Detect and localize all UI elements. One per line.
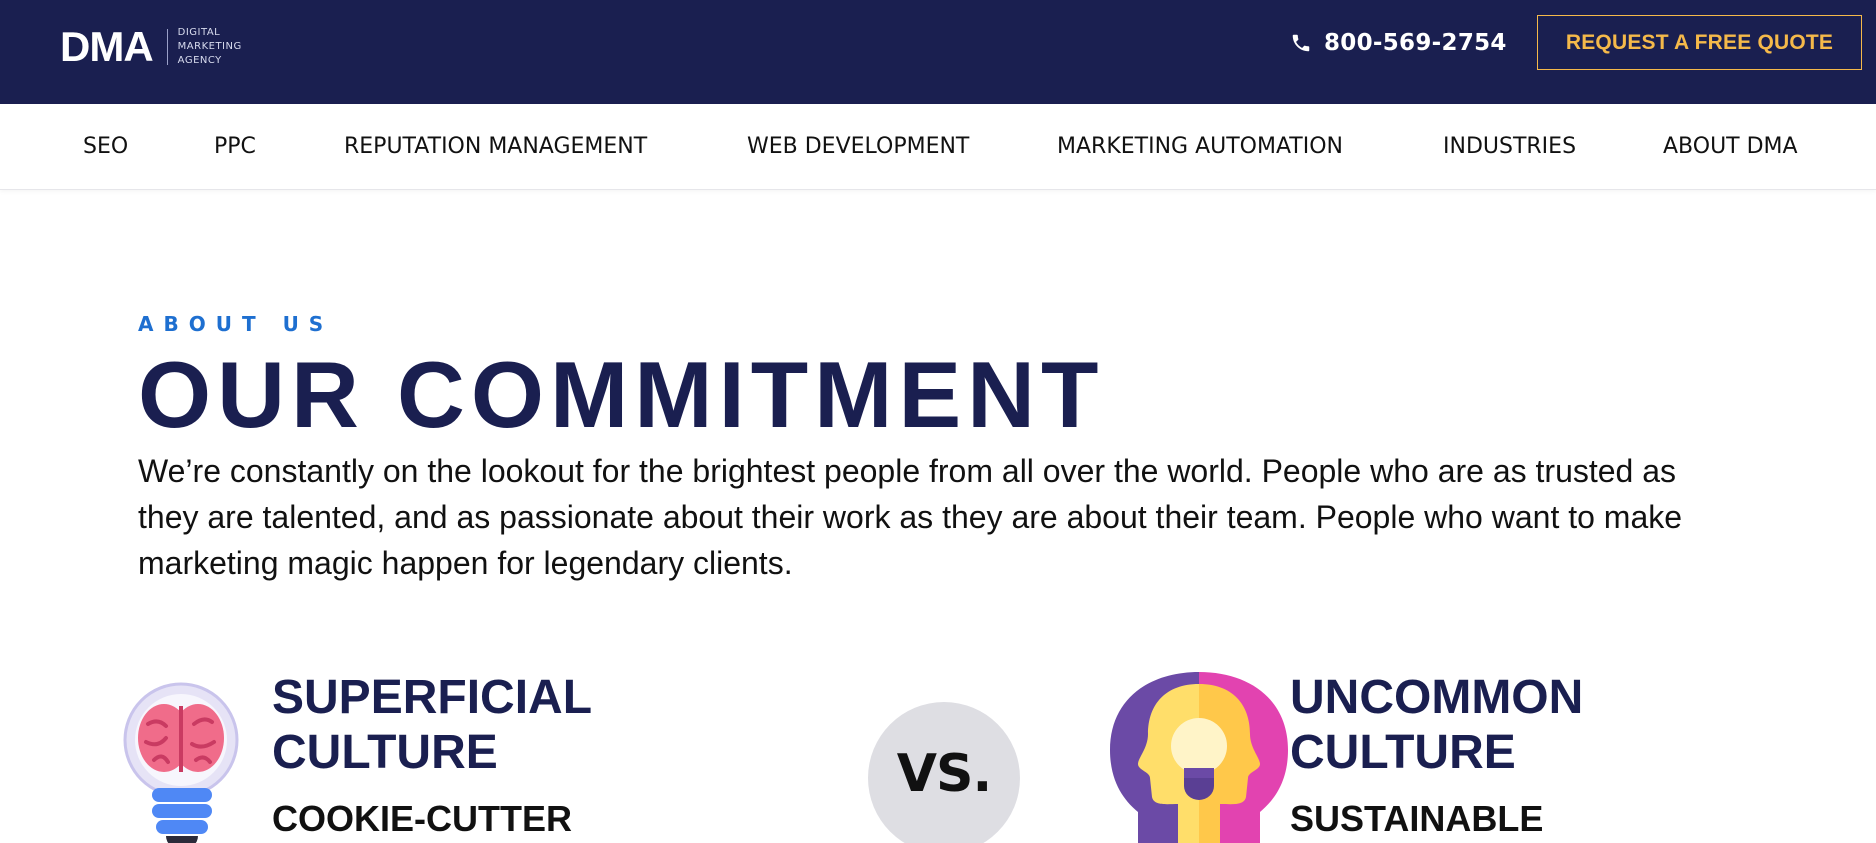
nav-item-marketing-automation[interactable]: MARKETING AUTOMATION bbox=[1057, 134, 1343, 159]
nav-item-seo[interactable]: SEO bbox=[83, 134, 128, 159]
nav-item-industries[interactable]: INDUSTRIES bbox=[1443, 134, 1576, 159]
intro-paragraph: We’re constantly on the lookout for the … bbox=[138, 453, 1683, 581]
vs-badge: VS. bbox=[868, 702, 1020, 843]
head-lightbulb-icon bbox=[1110, 672, 1288, 843]
main-nav: SEO PPC REPUTATION MANAGEMENT WEB DEVELO… bbox=[0, 104, 1876, 190]
logo-sub-line: DIGITAL bbox=[177, 27, 221, 38]
logo-sub-line: AGENCY bbox=[177, 55, 222, 66]
logo-mark: DMA bbox=[60, 23, 154, 70]
superficial-culture-subtitle: COOKIE-CUTTER bbox=[272, 798, 572, 839]
top-header: DMA DIGITAL MARKETING AGENCY 800-569-275… bbox=[0, 0, 1876, 104]
nav-item-web-development[interactable]: WEB DEVELOPMENT bbox=[747, 134, 969, 159]
heading-line: SUPERFICIAL bbox=[272, 671, 593, 724]
heading-line: CULTURE bbox=[1290, 726, 1516, 779]
nav-item-ppc[interactable]: PPC bbox=[214, 134, 256, 159]
dma-logo[interactable]: DMA DIGITAL MARKETING AGENCY bbox=[60, 26, 242, 68]
heading-line: CULTURE bbox=[272, 726, 498, 779]
brain-lightbulb-icon bbox=[123, 682, 239, 843]
phone-link[interactable]: 800-569-2754 bbox=[1290, 30, 1507, 56]
section-eyebrow: ABOUT US bbox=[138, 312, 334, 336]
phone-number: 800-569-2754 bbox=[1324, 30, 1507, 56]
heading-line: UNCOMMON bbox=[1290, 671, 1584, 724]
phone-icon bbox=[1292, 34, 1310, 52]
logo-divider bbox=[166, 29, 168, 65]
superficial-culture-heading: SUPERFICIAL CULTURE bbox=[272, 670, 592, 780]
nav-item-about-dma[interactable]: ABOUT DMA bbox=[1663, 134, 1798, 159]
uncommon-culture-heading: UNCOMMON CULTURE bbox=[1290, 670, 1583, 780]
request-quote-button[interactable]: REQUEST A FREE QUOTE bbox=[1537, 15, 1862, 70]
nav-item-reputation-management[interactable]: REPUTATION MANAGEMENT bbox=[344, 134, 647, 159]
uncommon-culture-subtitle: SUSTAINABLE bbox=[1290, 798, 1544, 839]
vs-label: VS. bbox=[896, 744, 992, 804]
logo-sub-line: MARKETING bbox=[177, 41, 242, 52]
logo-subtitle: DIGITAL MARKETING AGENCY bbox=[178, 26, 242, 68]
page-title: OUR COMMITMENT bbox=[138, 342, 1105, 447]
